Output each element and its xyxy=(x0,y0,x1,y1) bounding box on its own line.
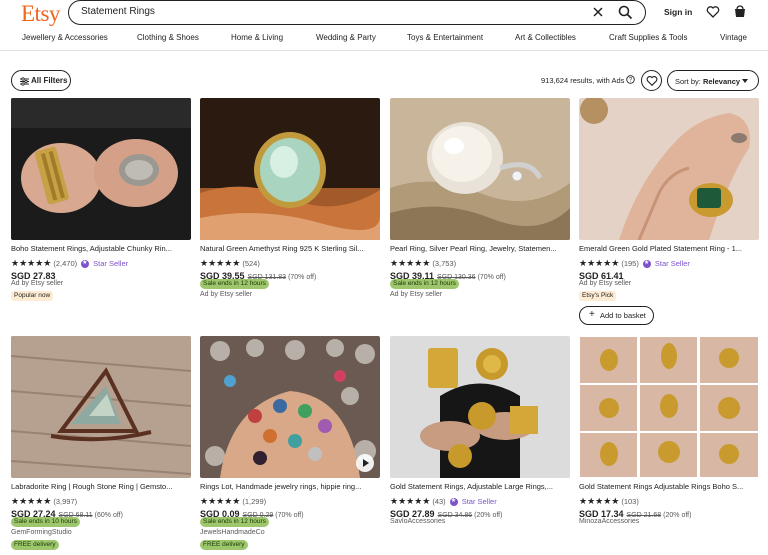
seller-meta: Ad by Etsy seller xyxy=(579,280,632,287)
search-input[interactable]: Statement Rings xyxy=(81,6,155,17)
product-image[interactable] xyxy=(11,98,191,240)
discount: (70% off) xyxy=(288,274,317,281)
add-to-basket-button[interactable]: + Add to basket xyxy=(579,306,654,325)
all-filters-label: All Filters xyxy=(31,76,68,85)
product-title[interactable]: Emerald Green Gold Plated Statement Ring… xyxy=(579,244,759,253)
product-title[interactable]: Labradorite Ring | Rough Stone Ring | Ge… xyxy=(11,482,191,491)
sale-badge: Sale ends in 12 hours xyxy=(200,517,269,527)
signin-link[interactable]: Sign in xyxy=(664,7,692,17)
heart-icon xyxy=(646,75,658,87)
site-header: Etsy Statement Rings Sign in xyxy=(0,0,768,28)
seller-name[interactable]: JewelsHandmadeCo xyxy=(200,529,265,536)
product-image[interactable] xyxy=(390,98,570,240)
category-art[interactable]: Art & Collectibles xyxy=(515,33,576,42)
product-rating: ★★★★★ (524) xyxy=(200,255,260,268)
basket-icon[interactable] xyxy=(733,4,747,19)
discount: (70% off) xyxy=(477,274,506,281)
all-filters-button[interactable]: All Filters xyxy=(11,70,71,91)
sort-value: Relevancy xyxy=(702,77,741,86)
free-delivery-badge: FREE delivery xyxy=(200,540,248,550)
discount: (60% off) xyxy=(94,512,123,519)
product-rating: ★★★★★(43)Star Seller xyxy=(390,493,497,506)
seller-meta: Ad by Etsy seller xyxy=(11,280,64,287)
star-seller-icon xyxy=(642,259,651,268)
category-craft[interactable]: Craft Supplies & Tools xyxy=(609,33,688,42)
sort-prefix: Sort by: xyxy=(675,77,703,86)
product-title[interactable]: Boho Statement Rings, Adjustable Chunky … xyxy=(11,244,191,253)
category-toys[interactable]: Toys & Entertainment xyxy=(407,33,483,42)
discount: (20% off) xyxy=(663,512,692,519)
header-divider xyxy=(0,50,768,51)
product-rating: ★★★★★(2,470)Star Seller xyxy=(11,255,129,269)
seller-name[interactable]: MinozaAccessories xyxy=(579,518,639,525)
free-delivery-badge: FREE delivery xyxy=(11,540,59,550)
product-image[interactable] xyxy=(11,336,191,478)
product-image[interactable] xyxy=(200,336,380,478)
star-seller-label: Star Seller xyxy=(93,259,129,269)
product-rating: ★★★★★(195)Star Seller xyxy=(579,255,690,269)
close-icon[interactable] xyxy=(591,5,605,19)
save-search-button[interactable] xyxy=(641,70,662,91)
product-title[interactable]: Pearl Ring, Silver Pearl Ring, Jewelry, … xyxy=(390,244,570,253)
product-title[interactable]: Gold Statement Rings, Adjustable Large R… xyxy=(390,482,570,491)
seller-meta: Ad by Etsy seller xyxy=(390,291,443,298)
category-nav: Jewellery & Accessories Clothing & Shoes… xyxy=(0,33,768,47)
star-seller-label: Star Seller xyxy=(654,259,690,269)
popular-badge: Popular now xyxy=(11,291,54,301)
seller-name[interactable]: GemFormingStudio xyxy=(11,529,72,536)
product-rating: ★★★★★ (3,753) xyxy=(390,255,456,268)
product-rating: ★★★★★ (103) xyxy=(579,493,639,506)
plus-icon: + xyxy=(589,309,595,320)
category-vintage[interactable]: Vintage xyxy=(720,33,747,42)
play-video-icon[interactable] xyxy=(356,454,374,472)
product-title[interactable]: Gold Statement Rings Adjustable Rings Bo… xyxy=(579,482,759,491)
sort-dropdown[interactable]: Sort by: Relevancy xyxy=(667,70,759,91)
seller-meta: Ad by Etsy seller xyxy=(200,291,253,298)
product-image[interactable] xyxy=(390,336,570,478)
product-rating: ★★★★★ (3,997) xyxy=(11,493,77,506)
search-bar[interactable]: Statement Rings xyxy=(68,0,646,25)
review-count: (2,470) xyxy=(53,259,78,269)
discount: (70% off) xyxy=(275,512,304,519)
search-icon[interactable] xyxy=(618,5,633,20)
discount: (20% off) xyxy=(474,512,503,519)
product-rating: ★★★★★ (1,299) xyxy=(200,493,266,506)
star-seller-icon xyxy=(81,259,90,268)
chevron-down-icon xyxy=(742,79,748,83)
question-icon[interactable]: ? xyxy=(626,75,635,84)
filter-icon xyxy=(20,77,29,86)
category-home[interactable]: Home & Living xyxy=(231,33,283,42)
category-clothing[interactable]: Clothing & Shoes xyxy=(137,33,199,42)
product-image[interactable] xyxy=(579,98,759,240)
sale-badge: Sale ends in 10 hours xyxy=(11,517,80,527)
product-title[interactable]: Natural Green Amethyst Ring 925 K Sterli… xyxy=(200,244,380,253)
etsy-logo[interactable]: Etsy xyxy=(21,1,60,27)
category-wedding[interactable]: Wedding & Party xyxy=(316,33,376,42)
sale-badge: Sale ends in 12 hours xyxy=(200,279,269,289)
results-count: 913,624 results, with Ads xyxy=(541,76,625,85)
sale-badge: Sale ends in 12 hours xyxy=(390,279,459,289)
category-jewellery[interactable]: Jewellery & Accessories xyxy=(22,33,108,42)
add-to-basket-label: Add to basket xyxy=(600,311,646,320)
product-image[interactable] xyxy=(579,336,759,478)
review-count: (195) xyxy=(621,259,639,269)
seller-name[interactable]: SavloAccessories xyxy=(390,518,445,525)
favorites-heart-icon[interactable] xyxy=(706,5,720,19)
product-image[interactable] xyxy=(200,98,380,240)
etsys-pick-badge: Etsy's Pick xyxy=(579,291,617,301)
product-title[interactable]: Rings Lot, Handmade jewelry rings, hippi… xyxy=(200,482,380,491)
